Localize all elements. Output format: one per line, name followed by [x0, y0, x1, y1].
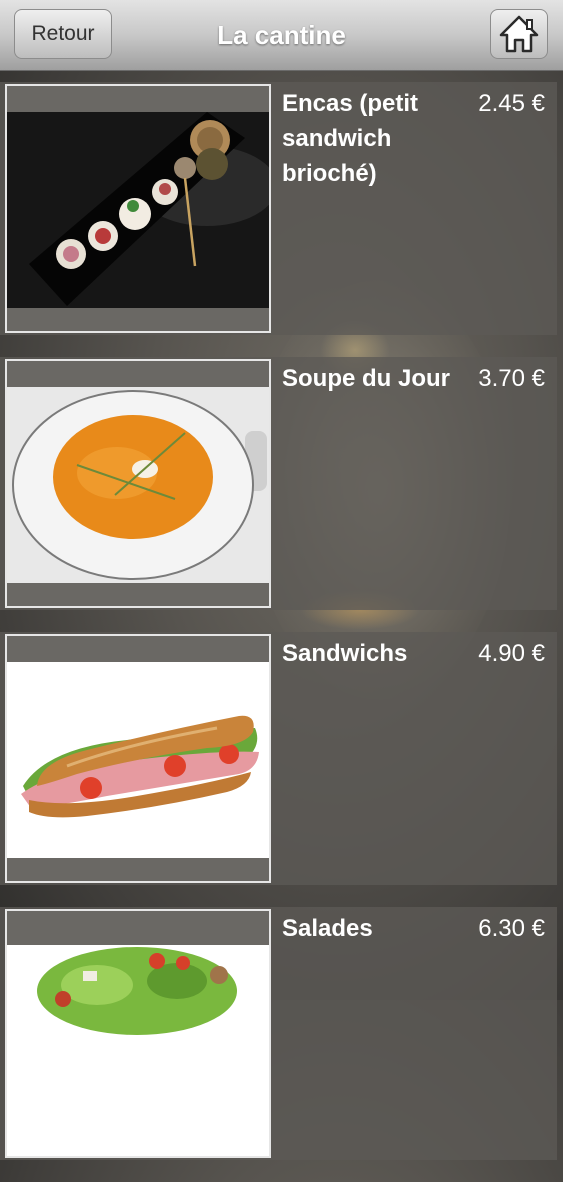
- menu-item[interactable]: Soupe du Jour 3.70 €: [0, 357, 563, 632]
- menu-item-price: 3.70 €: [478, 365, 545, 392]
- menu-item[interactable]: Sandwichs 4.90 €: [0, 632, 563, 907]
- menu-item-price: 2.45 €: [478, 90, 545, 117]
- menu-item-name: Sandwichs: [282, 640, 408, 667]
- nav-bar: La cantine Retour: [0, 0, 563, 71]
- menu-item-name: Salades: [282, 915, 373, 942]
- salad-photo: [5, 909, 271, 1158]
- back-button[interactable]: Retour: [14, 9, 112, 59]
- soup-bowl-photo: [5, 359, 271, 608]
- baguette-sandwich-photo: [5, 634, 271, 883]
- menu-item[interactable]: Salades 6.30 €: [0, 907, 563, 1182]
- home-button[interactable]: [490, 9, 548, 59]
- menu-item[interactable]: Encas (petit sandwich brioché) 2.45 €: [0, 82, 563, 357]
- menu-item-price: 6.30 €: [478, 915, 545, 942]
- home-icon: [499, 15, 539, 53]
- menu-item-name: Encas (petit sandwich brioché): [282, 90, 419, 187]
- appetizer-plate-photo: [5, 84, 271, 333]
- menu-item-name: Soupe du Jour: [282, 365, 450, 392]
- menu-item-price: 4.90 €: [478, 640, 545, 667]
